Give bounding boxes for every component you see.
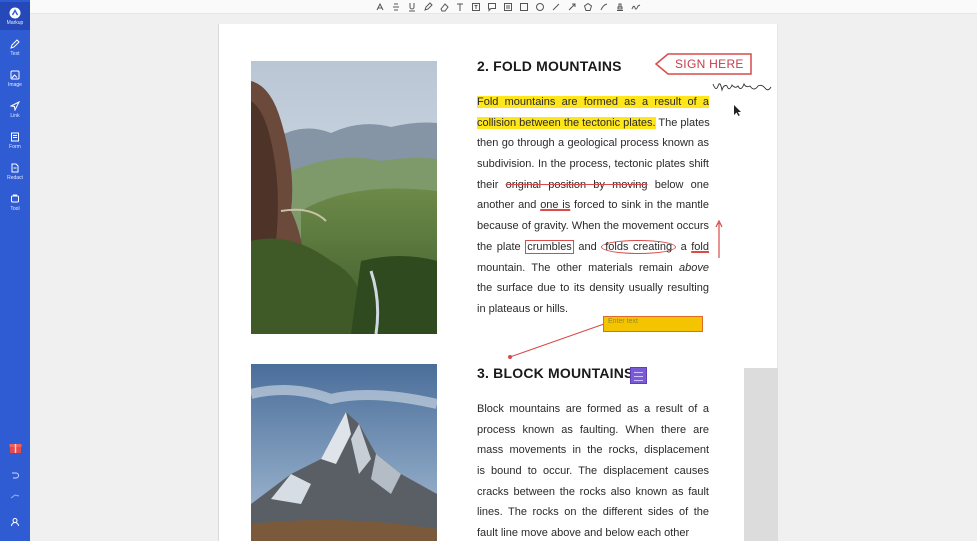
vertical-scrollbar[interactable]: [744, 368, 778, 541]
sticky-note-icon[interactable]: [630, 367, 647, 384]
text-callout-text[interactable]: Enter text: [608, 318, 638, 325]
callout-anchor-dot: [508, 355, 512, 359]
callout-leader-line[interactable]: [509, 323, 605, 358]
sign-here-label: SIGN HERE: [675, 57, 744, 71]
annotation-overlay: [508, 53, 772, 359]
signature-scribble[interactable]: [712, 82, 772, 92]
mouse-cursor-icon: [734, 105, 741, 116]
